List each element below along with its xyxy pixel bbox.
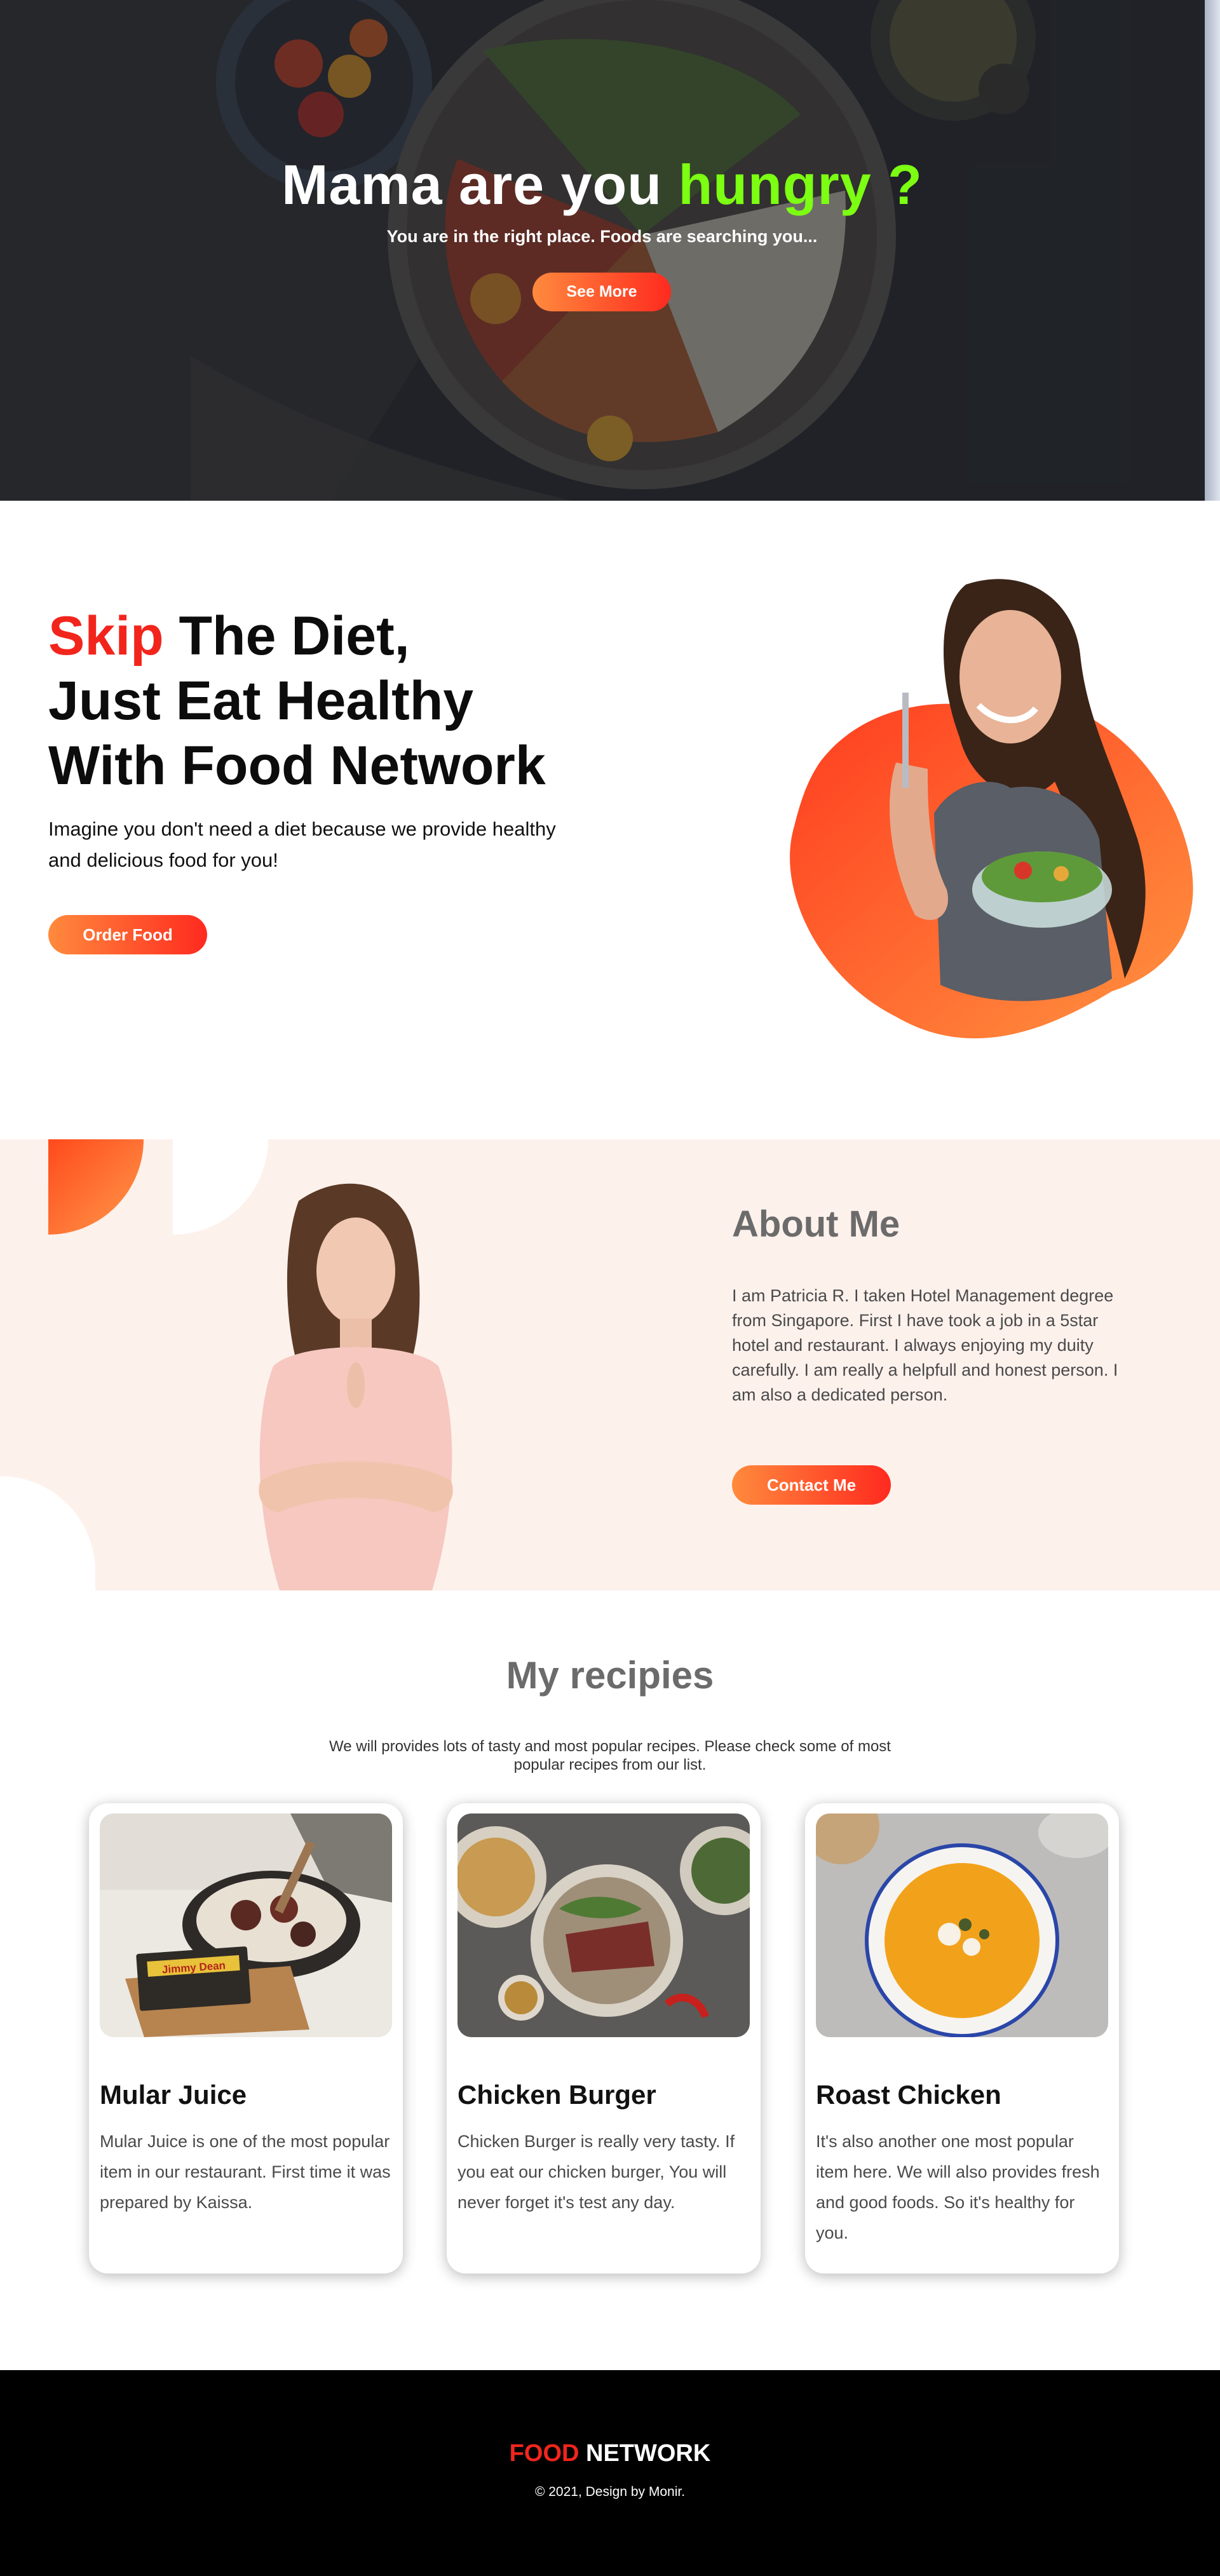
hero-edge-strip (1205, 0, 1220, 501)
recipe-title: Chicken Burger (458, 2080, 656, 2110)
recipe-description: It's also another one most popular item … (816, 2132, 1100, 2242)
hero-section: Mama are you hungry ? You are in the rig… (0, 0, 1220, 501)
diet-title-line-2: Just Eat Healthy (48, 670, 474, 731)
footer-brand-logo[interactable]: FOOD NETWORK (0, 2440, 1220, 2467)
footer-brand-red: FOOD (509, 2440, 580, 2467)
diet-title-line-1-rest: The Diet, (163, 606, 410, 667)
recipes-subtitle: We will provides lots of tasty and most … (329, 1738, 891, 1773)
diet-title-line-1: Skip The Diet, (48, 604, 546, 668)
diet-description: Imagine you don't need a diet because we… (48, 818, 556, 871)
hero-title: Mama are you hungry ? (0, 153, 1204, 217)
hero-title-accent: hungry ? (678, 153, 923, 216)
recipe-description: Mular Juice is one of the most popular i… (100, 2132, 391, 2212)
recipe-image-pumpkin-soup (816, 1813, 1108, 2037)
about-description: I am Patricia R. I taken Hotel Managemen… (732, 1286, 1118, 1404)
recipe-description: Chicken Burger is really very tasty. If … (458, 2132, 735, 2212)
footer-brand-rest: NETWORK (579, 2440, 711, 2467)
order-food-button[interactable]: Order Food (48, 915, 207, 954)
recipe-card[interactable]: Roast Chicken It's also another one most… (805, 1803, 1119, 2274)
about-title: About Me (732, 1203, 900, 1245)
hero-subtitle: You are in the right place. Foods are se… (386, 227, 818, 246)
woman-eating-salad-image (790, 579, 1193, 1039)
recipe-title: Roast Chicken (816, 2080, 1001, 2110)
patricia-portrait-image (259, 1183, 453, 1590)
hero-overlay (0, 0, 1220, 501)
footer-copyright: © 2021, Design by Monir. (534, 2484, 686, 2499)
diet-title-highlight: Skip (48, 606, 164, 667)
contact-me-button[interactable]: Contact Me (732, 1465, 891, 1505)
footer: FOOD NETWORK © 2021, Design by Monir. (0, 2370, 1220, 2576)
recipe-image-steak-salad (458, 1813, 750, 2037)
recipe-card[interactable]: Chicken Burger Chicken Burger is really … (447, 1803, 761, 2274)
recipe-card[interactable]: Jimmy Dean Mular Juice Mular Juice is on… (89, 1803, 403, 2274)
recipe-title: Mular Juice (100, 2080, 247, 2110)
diet-title-line-3: With Food Network (48, 735, 546, 796)
recipe-image-skillet: Jimmy Dean (100, 1813, 392, 2037)
see-more-button[interactable]: See More (532, 273, 671, 311)
diet-title: Skip The Diet, Just Eat Healthy With Foo… (48, 604, 546, 798)
recipes-title: My recipies (506, 1654, 714, 1697)
hero-title-prefix: Mama are you (281, 153, 679, 216)
